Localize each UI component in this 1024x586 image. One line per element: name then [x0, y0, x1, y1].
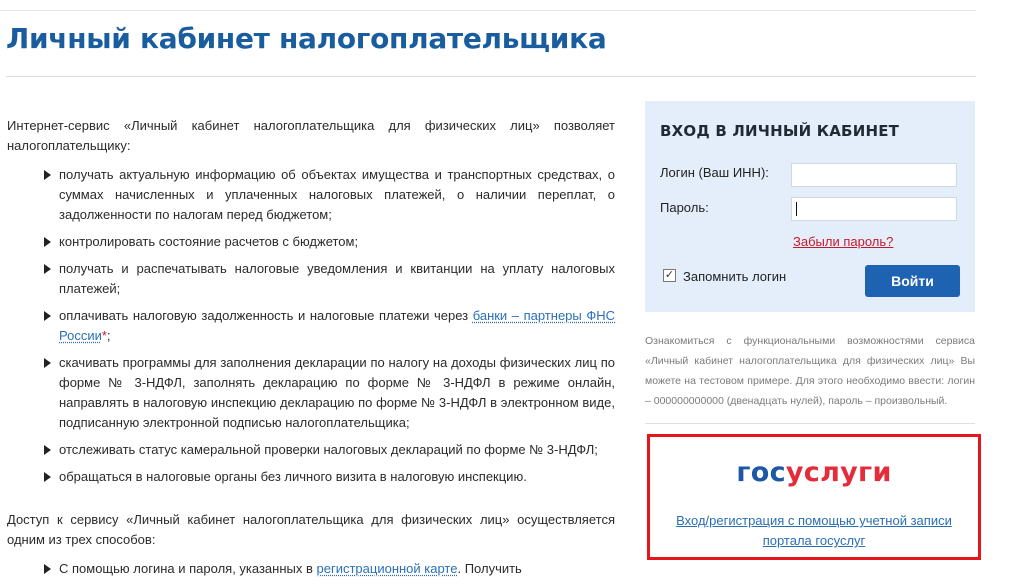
arrow-right-icon	[44, 564, 51, 574]
list-item: получать и распечатывать налоговые уведо…	[59, 259, 615, 299]
list-item: оплачивать налоговую задолженность и нал…	[59, 306, 615, 346]
gosuslugi-login-link[interactable]: Вход/регистрация с помощью учетной запис…	[664, 511, 964, 551]
top-divider	[0, 10, 976, 11]
list-item-text: получать и распечатывать налоговые уведо…	[59, 261, 615, 296]
password-input[interactable]	[791, 197, 957, 221]
login-input[interactable]	[791, 163, 957, 187]
main-content: Интернет-сервис «Личный кабинет налогопл…	[7, 116, 615, 586]
remember-checkbox[interactable]: ✓	[663, 269, 676, 282]
arrow-right-icon	[44, 311, 51, 321]
arrow-right-icon	[44, 170, 51, 180]
gosuslugi-logo-part1: гос	[736, 457, 786, 488]
test-note: Ознакомиться с функциональными возможнос…	[645, 331, 975, 411]
list-item-text: обращаться в налоговые органы без личног…	[59, 469, 527, 484]
list-item-text: С помощью логина и пароля, указанных в	[59, 561, 317, 576]
login-button[interactable]: Войти	[865, 265, 960, 297]
password-label: Пароль:	[660, 200, 709, 215]
access-methods-list: С помощью логина и пароля, указанных в р…	[7, 559, 615, 579]
remember-label[interactable]: Запомнить логин	[683, 269, 786, 284]
list-item: отслеживать статус камеральной проверки …	[59, 440, 615, 460]
gosuslugi-logo-part2: услуги	[786, 457, 892, 488]
list-item-text-tail: ;	[107, 328, 111, 343]
note-divider	[645, 423, 975, 424]
login-panel: ВХОД В ЛИЧНЫЙ КАБИНЕТ Логин (Ваш ИНН): П…	[645, 101, 975, 312]
list-item: С помощью логина и пароля, указанных в р…	[59, 559, 615, 579]
list-item: контролировать состояние расчетов с бюдж…	[59, 232, 615, 252]
list-item-text: скачивать программы для заполнения декла…	[59, 355, 615, 430]
list-item-text: оплачивать налоговую задолженность и нал…	[59, 308, 473, 323]
features-list: получать актуальную информацию об объект…	[7, 165, 615, 487]
arrow-right-icon	[44, 358, 51, 368]
list-item: получать актуальную информацию об объект…	[59, 165, 615, 225]
arrow-right-icon	[44, 445, 51, 455]
list-item-text: получать актуальную информацию об объект…	[59, 167, 615, 222]
page-title: Личный кабинет налогоплательщика	[6, 22, 606, 55]
access-text: Доступ к сервису «Личный кабинет налогоп…	[7, 510, 615, 550]
title-divider	[6, 76, 976, 77]
gosuslugi-logo[interactable]: госуслуги	[650, 457, 978, 488]
login-label: Логин (Ваш ИНН):	[660, 165, 769, 180]
gosuslugi-box: госуслуги Вход/регистрация с помощью уче…	[647, 434, 981, 560]
list-item: обращаться в налоговые органы без личног…	[59, 467, 615, 487]
text-caret	[796, 202, 797, 216]
arrow-right-icon	[44, 264, 51, 274]
intro-text: Интернет-сервис «Личный кабинет налогопл…	[7, 116, 615, 156]
list-item-text: отслеживать статус камеральной проверки …	[59, 442, 598, 457]
arrow-right-icon	[44, 472, 51, 482]
list-item-text: контролировать состояние расчетов с бюдж…	[59, 234, 358, 249]
registration-card-link[interactable]: регистрационной карте	[317, 561, 458, 576]
arrow-right-icon	[44, 237, 51, 247]
checkmark-icon: ✓	[665, 269, 674, 281]
list-item: скачивать программы для заполнения декла…	[59, 353, 615, 433]
login-heading: ВХОД В ЛИЧНЫЙ КАБИНЕТ	[660, 122, 899, 140]
forgot-password-link[interactable]: Забыли пароль?	[793, 234, 893, 249]
list-item-text-tail: . Получить	[457, 561, 521, 576]
